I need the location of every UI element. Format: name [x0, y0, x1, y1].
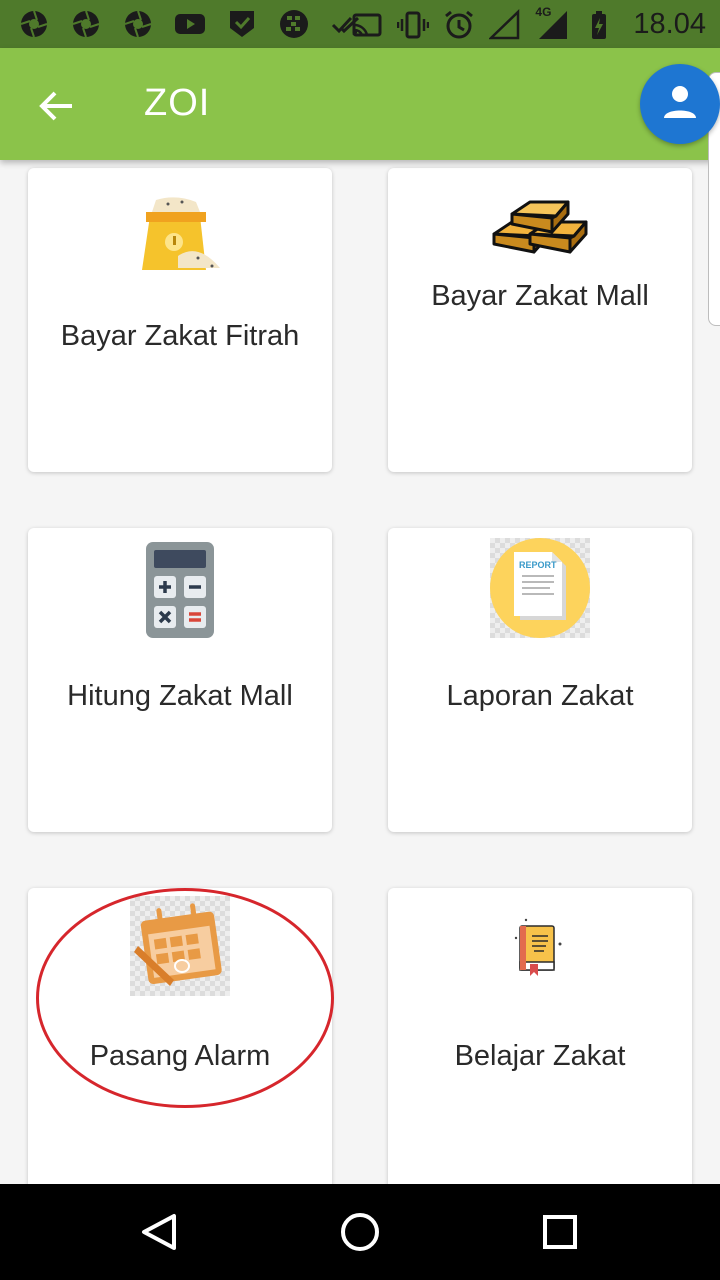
- menu-card-label: Bayar Zakat Mall: [431, 280, 649, 312]
- profile-button[interactable]: [640, 64, 720, 144]
- aperture-icon: [20, 10, 48, 38]
- status-bar: 4G 18.04: [0, 0, 720, 48]
- menu-card-pasang-alarm[interactable]: Pasang Alarm: [28, 888, 332, 1192]
- gold-bars-icon: [492, 200, 588, 254]
- signal-icon: [489, 8, 520, 39]
- clock: 18.04: [633, 8, 706, 40]
- calendar-graphic: [134, 903, 222, 986]
- menu-card-hitung-zakat-mall[interactable]: Hitung Zakat Mall: [28, 528, 332, 832]
- person-icon: [664, 86, 696, 118]
- menu-card-label: Pasang Alarm: [89, 1040, 271, 1072]
- report-document-graphic: [490, 538, 590, 638]
- arrow-back-icon[interactable]: [36, 86, 76, 126]
- navigation-bar: [0, 1184, 720, 1280]
- network-type-label: 4G: [535, 4, 552, 19]
- signal-4g-icon: 4G: [535, 5, 569, 41]
- recents-square-icon[interactable]: [536, 1208, 584, 1256]
- vibrate-icon: [397, 11, 430, 38]
- battery-charging-icon: [592, 10, 607, 39]
- report-icon-text: REPORT: [519, 560, 557, 570]
- cast-icon: [352, 13, 382, 36]
- menu-card-laporan-zakat[interactable]: REPORT Laporan Zakat: [388, 528, 692, 832]
- aperture-icon: [124, 10, 152, 38]
- report-icon: REPORT: [490, 538, 590, 638]
- menu-card-bayar-zakat-fitrah[interactable]: Bayar Zakat Fitrah: [28, 168, 332, 472]
- rice-sack-icon: [142, 197, 220, 270]
- book-icon: [514, 918, 562, 976]
- aperture-icon: [72, 10, 100, 38]
- bbm-icon: [280, 10, 308, 38]
- youtube-icon: [175, 14, 205, 34]
- page-title: ZOI: [144, 82, 211, 124]
- menu-card-label: Bayar Zakat Fitrah: [60, 320, 300, 352]
- menu-card-bayar-zakat-mall[interactable]: Bayar Zakat Mall: [388, 168, 692, 472]
- menu-card-belajar-zakat[interactable]: Belajar Zakat: [388, 888, 692, 1192]
- shield-check-icon: [230, 11, 254, 37]
- calendar-icon: [130, 896, 230, 996]
- calculator-icon: [146, 542, 214, 638]
- home-circle-icon[interactable]: [336, 1208, 384, 1256]
- app-bar: ZOI: [0, 48, 720, 160]
- menu-card-label: Laporan Zakat: [446, 680, 634, 712]
- system-icons: 4G 18.04: [351, 5, 706, 41]
- menu-card-label: Belajar Zakat: [454, 1040, 626, 1072]
- notification-icons: [18, 8, 362, 40]
- alarm-icon: [445, 10, 474, 38]
- menu-card-label: Hitung Zakat Mall: [67, 680, 293, 712]
- back-triangle-icon[interactable]: [136, 1208, 184, 1256]
